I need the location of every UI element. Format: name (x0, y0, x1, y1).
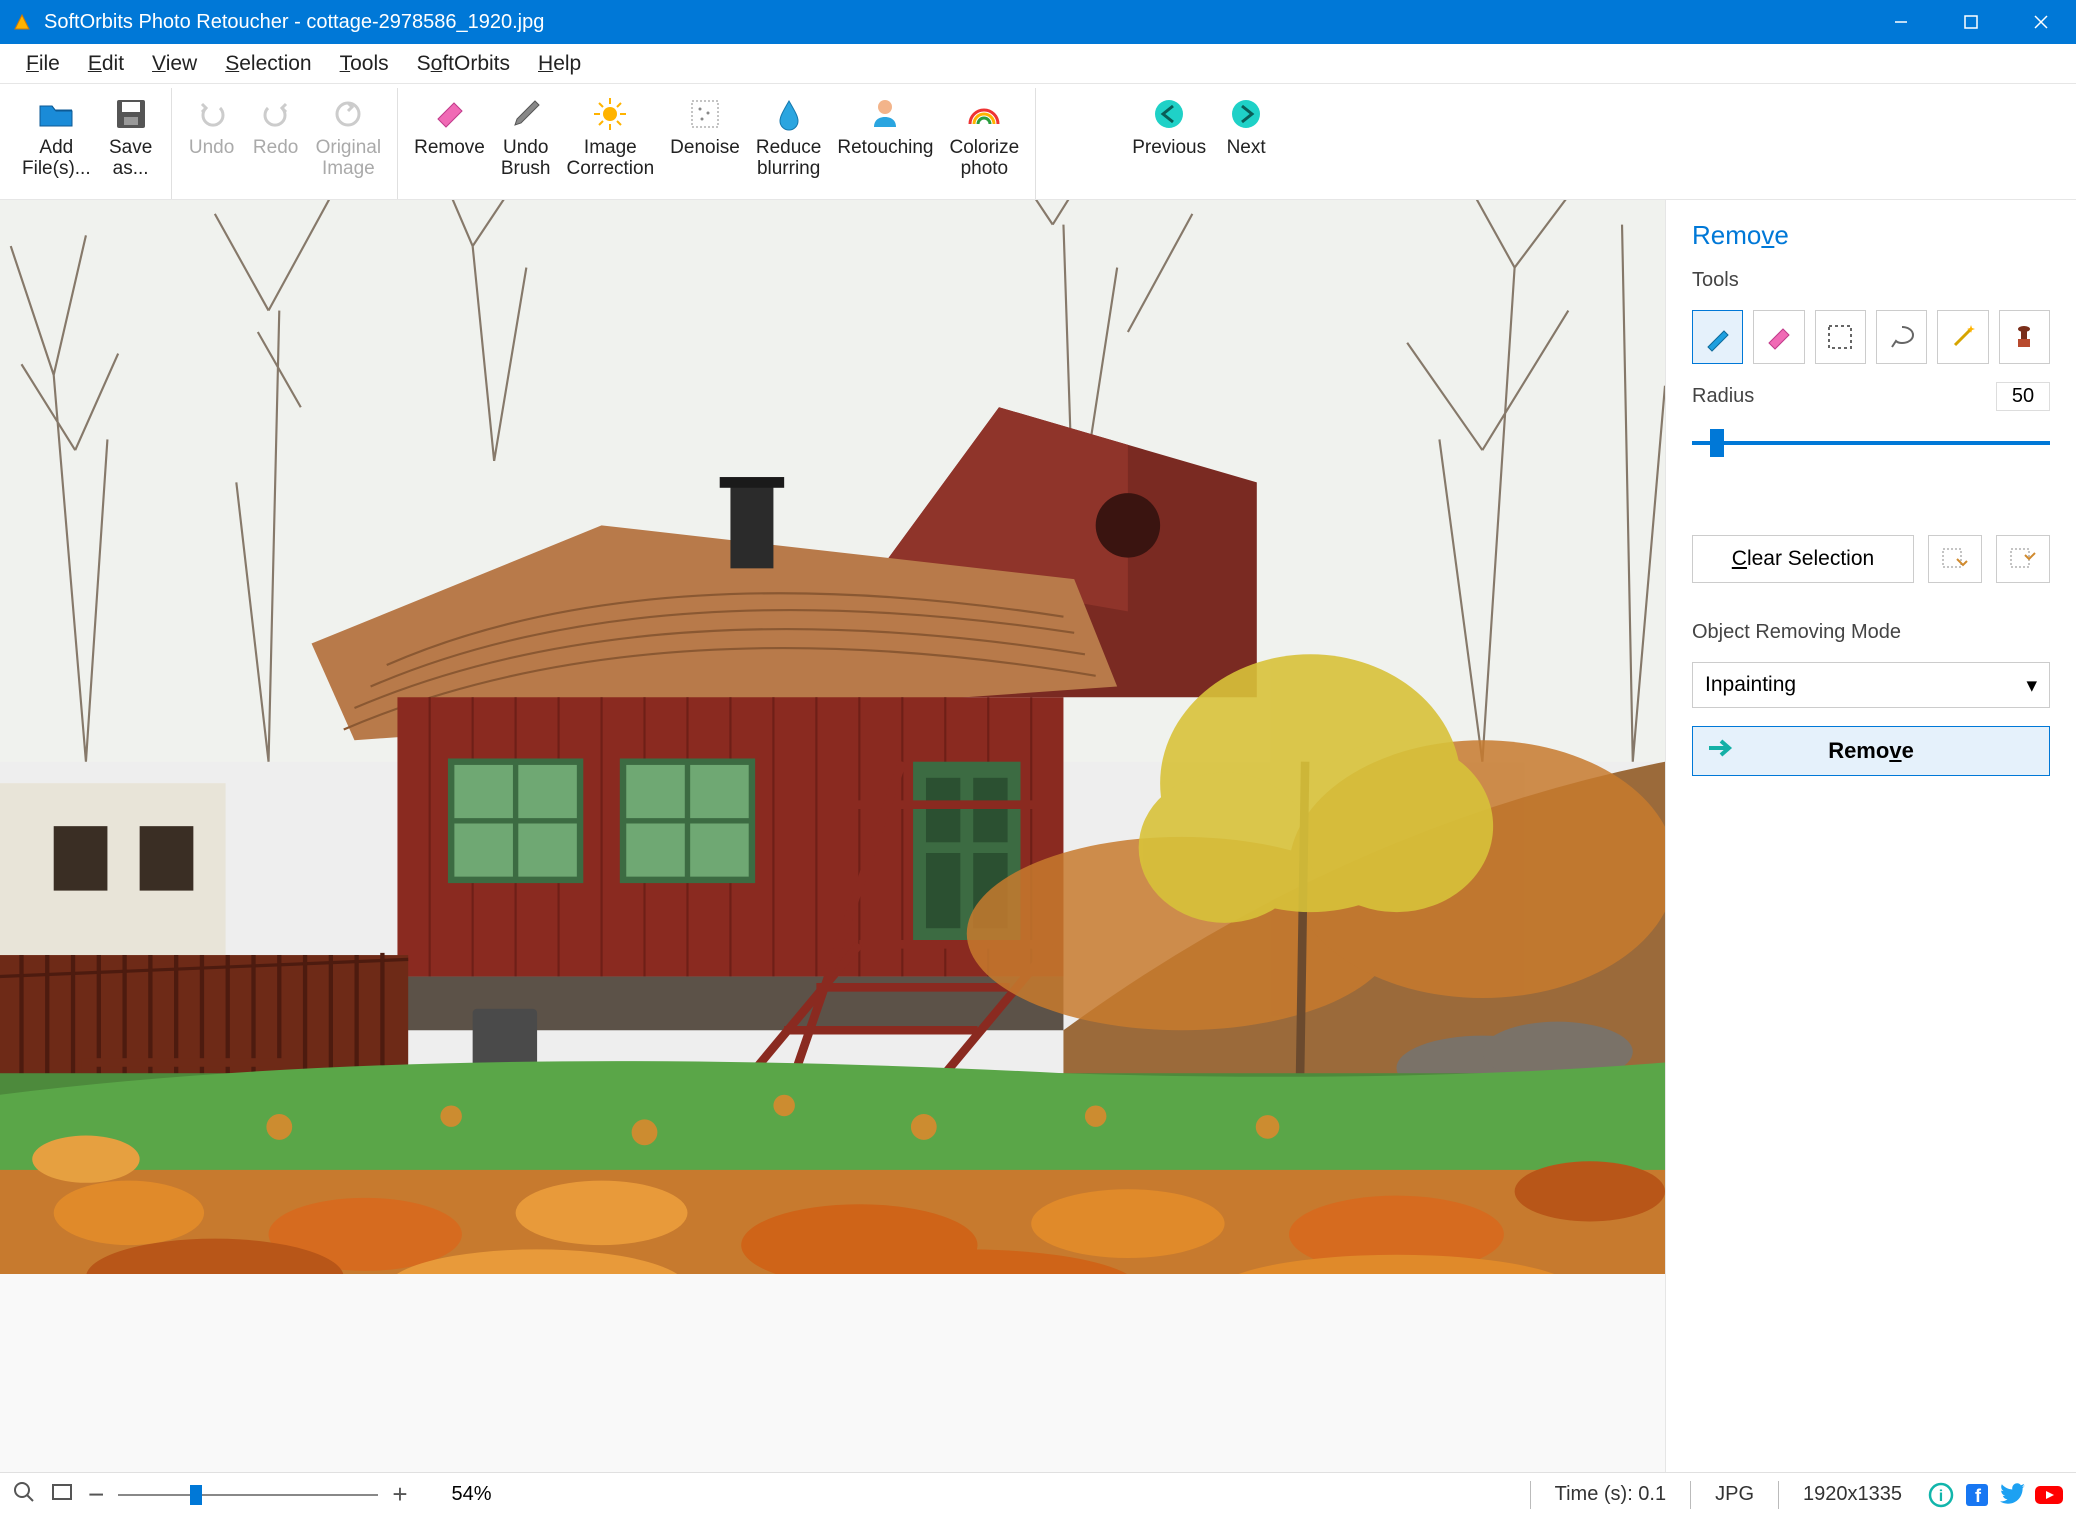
mode-dropdown[interactable]: Inpainting ▾ (1692, 662, 2050, 708)
menu-selection[interactable]: Selection (211, 46, 325, 82)
sidebar: Remove Tools Radius 50 Clear Selection O… (1666, 200, 2076, 1472)
status-format: JPG (1715, 1483, 1754, 1506)
statusbar: − + 54% Time (s): 0.1 JPG 1920x1335 i f (0, 1472, 2076, 1516)
menu-softorbits[interactable]: SoftOrbits (403, 46, 524, 82)
droplet-icon (767, 92, 811, 136)
sun-icon (588, 92, 632, 136)
previous-icon (1147, 92, 1191, 136)
svg-text:f: f (1975, 1486, 1982, 1506)
zoom-actual-icon[interactable] (12, 1480, 36, 1510)
sidebar-title: Remove (1692, 220, 2050, 251)
next-label: Next (1227, 138, 1266, 159)
chevron-down-icon: ▾ (2026, 673, 2037, 698)
save-as-label: Saveas... (109, 138, 152, 180)
person-icon (863, 92, 907, 136)
image-canvas[interactable] (0, 200, 1665, 1274)
magic-wand-tool[interactable] (1937, 310, 1988, 364)
rectangle-select-tool[interactable] (1815, 310, 1866, 364)
next-button[interactable]: Next (1214, 88, 1278, 163)
radius-value[interactable]: 50 (1996, 382, 2050, 411)
original-image-label: OriginalImage (316, 138, 381, 180)
radius-label: Radius (1692, 385, 1754, 408)
previous-label: Previous (1132, 138, 1206, 159)
eraser-icon (427, 92, 471, 136)
eraser-tool[interactable] (1753, 310, 1804, 364)
next-icon (1224, 92, 1268, 136)
folder-open-icon (34, 92, 78, 136)
lasso-tool[interactable] (1876, 310, 1927, 364)
close-button[interactable] (2006, 0, 2076, 44)
svg-text:i: i (1939, 1488, 1943, 1505)
menu-help[interactable]: Help (524, 46, 595, 82)
canvas-area (0, 200, 1666, 1472)
menubar: File Edit View Selection Tools SoftOrbit… (0, 44, 2076, 84)
status-time: Time (s): 0.1 (1555, 1483, 1667, 1506)
save-selection-button[interactable] (1928, 535, 1982, 583)
original-image-button[interactable]: OriginalImage (308, 88, 389, 184)
main-area: Remove Tools Radius 50 Clear Selection O… (0, 200, 2076, 1472)
image-correction-button[interactable]: ImageCorrection (559, 88, 663, 184)
youtube-icon[interactable] (2034, 1480, 2064, 1510)
brush-icon (504, 92, 548, 136)
undo-button[interactable]: Undo (180, 88, 244, 163)
status-dimensions: 1920x1335 (1803, 1483, 1902, 1506)
menu-tools[interactable]: Tools (326, 46, 403, 82)
menu-edit[interactable]: Edit (74, 46, 138, 82)
retouching-label: Retouching (837, 138, 933, 159)
clear-selection-button[interactable]: Clear Selection (1692, 535, 1914, 583)
radius-slider[interactable] (1692, 429, 2050, 457)
reduce-blurring-label: Reduceblurring (756, 138, 822, 180)
denoise-button[interactable]: Denoise (662, 88, 748, 163)
redo-button[interactable]: Redo (244, 88, 308, 163)
tools-label: Tools (1692, 269, 2050, 292)
load-selection-button[interactable] (1996, 535, 2050, 583)
colorize-button[interactable]: Colorizephoto (942, 88, 1028, 184)
remove-button[interactable]: Remove (1692, 726, 2050, 776)
zoom-in-button[interactable]: + (392, 1479, 407, 1510)
maximize-button[interactable] (1936, 0, 2006, 44)
fit-screen-icon[interactable] (50, 1480, 74, 1510)
clone-stamp-tool[interactable] (1999, 310, 2050, 364)
menu-view[interactable]: View (138, 46, 211, 82)
retouching-button[interactable]: Retouching (829, 88, 941, 163)
save-as-button[interactable]: Saveas... (99, 88, 163, 184)
redo-label: Redo (253, 138, 298, 159)
denoise-label: Denoise (670, 138, 740, 159)
zoom-slider[interactable] (118, 1483, 378, 1507)
image-correction-label: ImageCorrection (567, 138, 655, 180)
undo-label: Undo (189, 138, 234, 159)
object-removing-mode-label: Object Removing Mode (1692, 621, 2050, 644)
app-icon (10, 10, 34, 34)
titlebar: SoftOrbits Photo Retoucher - cottage-297… (0, 0, 2076, 44)
facebook-icon[interactable]: f (1962, 1480, 1992, 1510)
undo-brush-label: UndoBrush (501, 138, 551, 180)
undo-icon (190, 92, 234, 136)
toolbar: AddFile(s)... Saveas... Undo Redo Origin… (0, 84, 2076, 200)
rainbow-icon (962, 92, 1006, 136)
zoom-out-button[interactable]: − (88, 1479, 104, 1511)
twitter-icon[interactable] (1998, 1480, 2028, 1510)
mode-value: Inpainting (1705, 673, 1796, 697)
undo-brush-button[interactable]: UndoBrush (493, 88, 559, 184)
remove-button-label: Remove (1828, 738, 1914, 764)
refresh-icon (326, 92, 370, 136)
save-icon (109, 92, 153, 136)
arrow-right-icon (1707, 738, 1735, 764)
menu-file[interactable]: File (12, 46, 74, 82)
denoise-icon (683, 92, 727, 136)
add-files-label: AddFile(s)... (22, 138, 91, 180)
window-title: SoftOrbits Photo Retoucher - cottage-297… (44, 11, 544, 34)
remove-tool-label: Remove (414, 138, 485, 159)
marker-tool[interactable] (1692, 310, 1743, 364)
reduce-blurring-button[interactable]: Reduceblurring (748, 88, 830, 184)
remove-tool-button[interactable]: Remove (406, 88, 493, 163)
redo-icon (254, 92, 298, 136)
add-files-button[interactable]: AddFile(s)... (14, 88, 99, 184)
tools-row (1692, 310, 2050, 364)
colorize-label: Colorizephoto (950, 138, 1020, 180)
minimize-button[interactable] (1866, 0, 1936, 44)
info-icon[interactable]: i (1926, 1480, 1956, 1510)
previous-button[interactable]: Previous (1124, 88, 1214, 163)
zoom-percent: 54% (452, 1483, 492, 1506)
